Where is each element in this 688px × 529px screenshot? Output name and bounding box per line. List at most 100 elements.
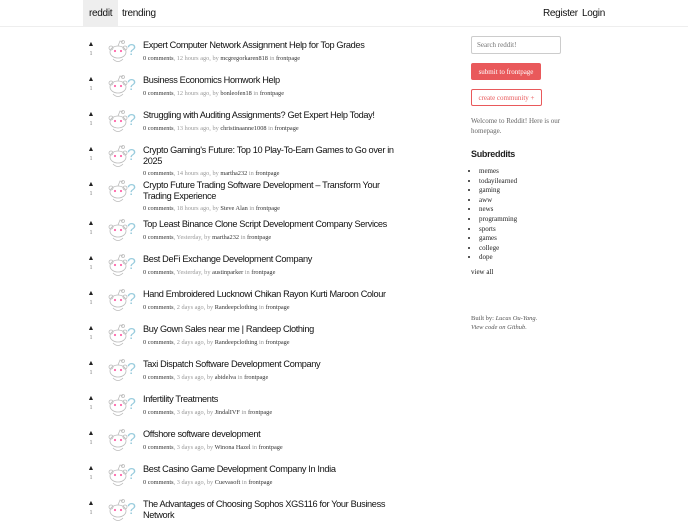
post-title-link[interactable]: Top Least Binance Clone Script Developme… [143,219,387,229]
view-all-link[interactable]: view all [471,268,601,276]
subreddit-link[interactable]: aww [479,196,601,206]
post-title-link[interactable]: Expert Computer Network Assignment Help … [143,40,365,50]
post-title-link[interactable]: Best Casino Game Development Company In … [143,464,336,474]
author-link[interactable]: Lucas Ou-Yang [496,315,536,322]
thumbnail-icon[interactable]: ? [106,175,136,205]
post-title-link[interactable]: Crypto Future Trading Software Developme… [143,180,380,201]
thumbnail-icon[interactable]: ? [106,389,136,419]
upvote-arrow-icon[interactable]: ▲ [86,289,96,297]
author-link[interactable]: abidelva [215,374,236,381]
login-link[interactable]: Login [576,0,611,27]
author-link[interactable]: Winona Hazel [215,444,251,451]
author-link[interactable]: Cuevasoft [215,479,241,486]
author-link[interactable]: Randeepclothing [215,304,258,311]
comments-link[interactable]: 0 comments [143,444,174,451]
subreddit-link[interactable]: games [479,234,601,244]
author-link[interactable]: mcgregorkaren818 [220,55,268,62]
subreddit-link[interactable]: memes [479,167,601,177]
thumbnail-icon[interactable]: ? [106,319,136,349]
comments-link[interactable]: 0 comments [143,170,174,177]
thumbnail-icon[interactable]: ? [106,105,136,135]
author-link[interactable]: Steve Alan [220,205,247,212]
thumbnail-icon[interactable]: ? [106,140,136,170]
post-title-link[interactable]: Buy Gown Sales near me | Randeep Clothin… [143,324,314,334]
subreddit-link[interactable]: frontpage [260,90,284,97]
author-link[interactable]: JindalIVF [215,409,240,416]
comments-link[interactable]: 0 comments [143,479,174,486]
subreddit-link[interactable]: frontpage [248,409,272,416]
thumbnail-icon[interactable]: ? [106,354,136,384]
thumbnail-icon[interactable]: ? [106,214,136,244]
submit-button[interactable]: submit to frontpage [471,63,541,80]
subreddit-link[interactable]: frontpage [248,479,272,486]
subreddit-link[interactable]: frontpage [276,55,300,62]
author-link[interactable]: martha232 [212,234,239,241]
subreddit-link[interactable]: frontpage [244,374,268,381]
upvote-arrow-icon[interactable]: ▲ [86,324,96,332]
comments-link[interactable]: 0 comments [143,205,174,212]
subreddit-link[interactable]: frontpage [255,170,279,177]
thumbnail-icon[interactable]: ? [106,249,136,279]
thumbnail-icon[interactable]: ? [106,459,136,489]
upvote-arrow-icon[interactable]: ▲ [86,40,96,48]
comments-link[interactable]: 0 comments [143,234,174,241]
trending-link[interactable]: trending [116,0,162,27]
comments-link[interactable]: 0 comments [143,125,174,132]
subreddit-link[interactable]: frontpage [251,269,275,276]
thumbnail-icon[interactable]: ? [106,284,136,314]
thumbnail-icon[interactable]: ? [106,70,136,100]
subreddit-link[interactable]: frontpage [265,339,289,346]
upvote-arrow-icon[interactable]: ▲ [86,464,96,472]
thumbnail-icon[interactable]: ? [106,424,136,454]
post-title-link[interactable]: The Advantages of Choosing Sophos XGS116… [143,499,385,520]
create-community-button[interactable]: create community + [471,89,542,106]
upvote-arrow-icon[interactable]: ▲ [86,75,96,83]
thumbnail-icon[interactable]: ? [106,494,136,524]
thumbnail-icon[interactable]: ? [106,35,136,65]
post-title-link[interactable]: Business Economics Homwork Help [143,75,280,85]
subreddit-link[interactable]: news [479,205,601,215]
subreddit-link[interactable]: frontpage [256,205,280,212]
author-link[interactable]: martha232 [220,170,247,177]
comments-link[interactable]: 0 comments [143,269,174,276]
upvote-arrow-icon[interactable]: ▲ [86,145,96,153]
post-title-link[interactable]: Crypto Gaming's Future: Top 10 Play-To-E… [143,145,394,166]
brand-link[interactable]: reddit [83,0,119,27]
upvote-arrow-icon[interactable]: ▲ [86,359,96,367]
subreddit-link[interactable]: programming [479,215,601,225]
comments-link[interactable]: 0 comments [143,409,174,416]
comments-link[interactable]: 0 comments [143,339,174,346]
post-title-link[interactable]: Best DeFi Exchange Development Company [143,254,312,264]
comments-link[interactable]: 0 comments [143,90,174,97]
upvote-arrow-icon[interactable]: ▲ [86,180,96,188]
subreddit-link[interactable]: dope [479,253,601,263]
post-title-link[interactable]: Taxi Dispatch Software Development Compa… [143,359,321,369]
author-link[interactable]: christinaanne1008 [220,125,266,132]
subreddit-link[interactable]: frontpage [247,234,271,241]
post-title-link[interactable]: Infertility Treatments [143,394,218,404]
author-link[interactable]: bonleofen18 [220,90,251,97]
upvote-arrow-icon[interactable]: ▲ [86,429,96,437]
comments-link[interactable]: 0 comments [143,55,174,62]
comments-link[interactable]: 0 comments [143,304,174,311]
search-input[interactable] [471,36,561,54]
upvote-arrow-icon[interactable]: ▲ [86,110,96,118]
upvote-arrow-icon[interactable]: ▲ [86,394,96,402]
subreddit-link[interactable]: frontpage [275,125,299,132]
subreddit-link[interactable]: sports [479,225,601,235]
subreddit-link[interactable]: college [479,244,601,254]
author-link[interactable]: austinparker [212,269,243,276]
subreddit-link[interactable]: gaming [479,186,601,196]
upvote-arrow-icon[interactable]: ▲ [86,219,96,227]
subreddit-link[interactable]: frontpage [259,444,283,451]
author-link[interactable]: Randeepclothing [215,339,258,346]
post-title-link[interactable]: Struggling with Auditing Assignments? Ge… [143,110,375,120]
github-link[interactable]: View code on Github [471,324,525,331]
upvote-arrow-icon[interactable]: ▲ [86,499,96,507]
upvote-arrow-icon[interactable]: ▲ [86,254,96,262]
comments-link[interactable]: 0 comments [143,374,174,381]
post-title-link[interactable]: Hand Embroidered Lucknowi Chikan Rayon K… [143,289,386,299]
subreddit-link[interactable]: todayilearned [479,177,601,187]
post-title-link[interactable]: Offshore software development [143,429,261,439]
subreddit-link[interactable]: frontpage [265,304,289,311]
